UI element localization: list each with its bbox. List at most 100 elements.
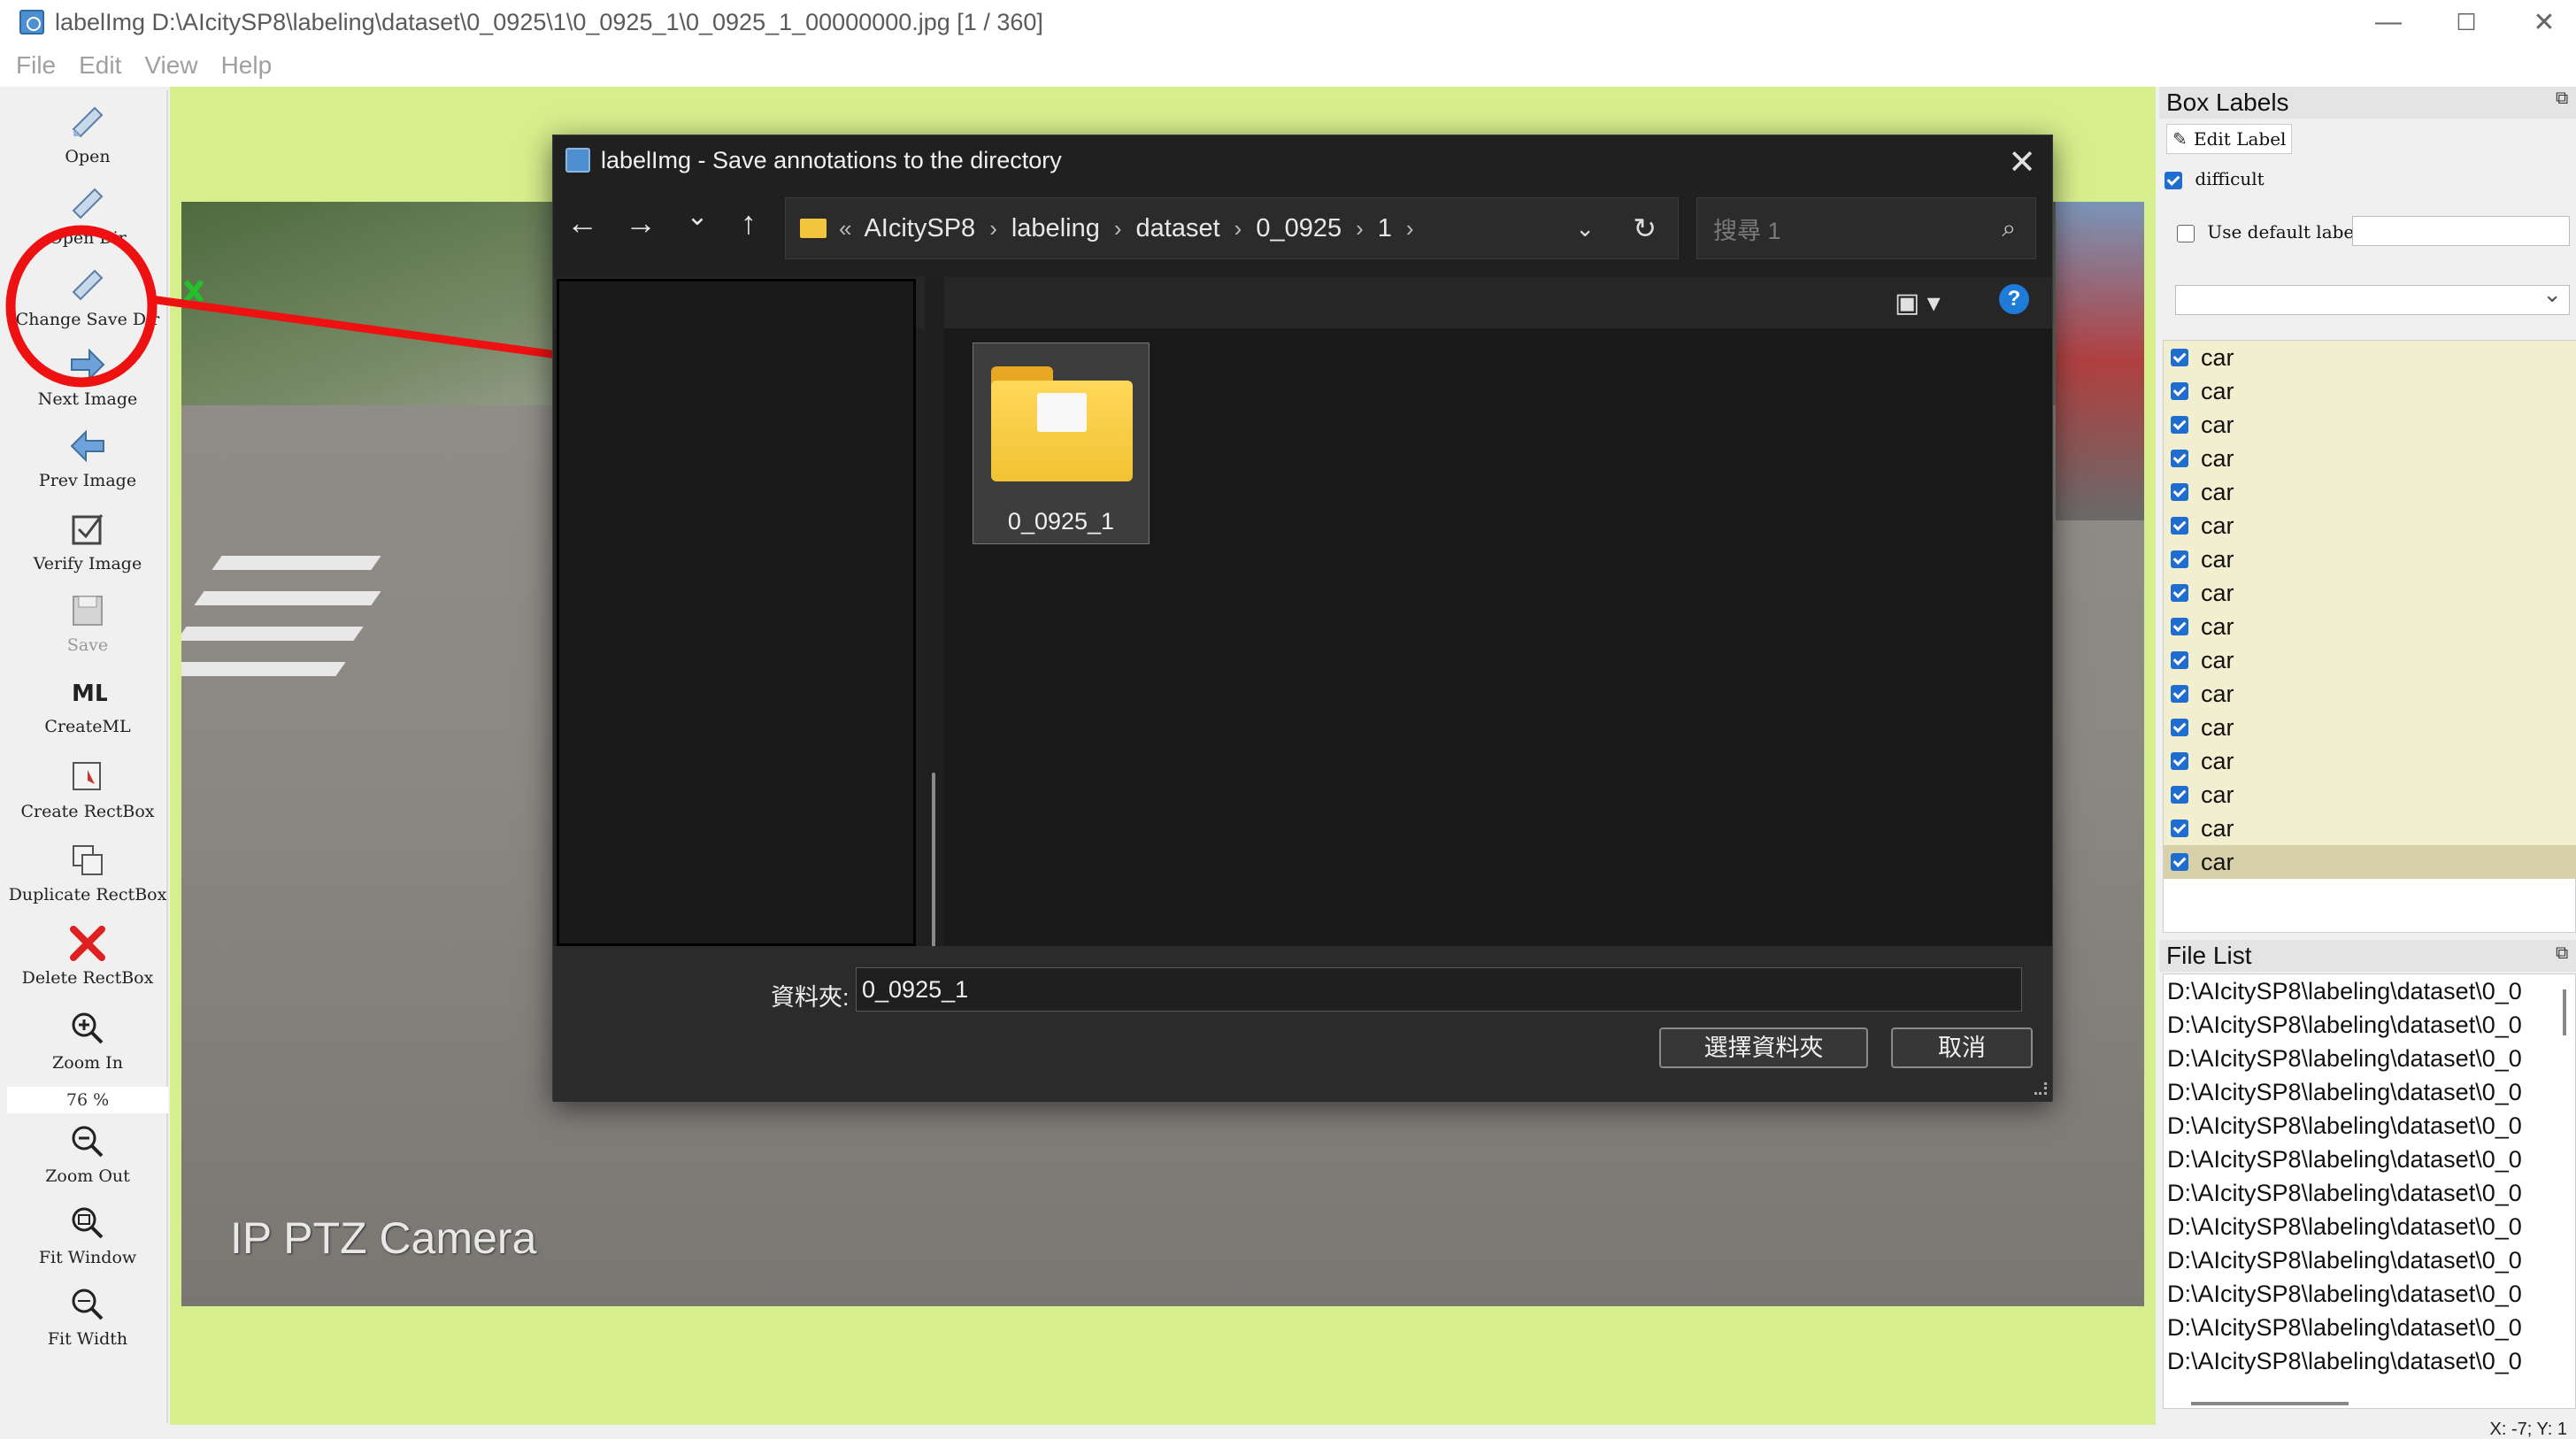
list-item[interactable]: car bbox=[2164, 509, 2576, 543]
minimize-button[interactable]: — bbox=[2350, 0, 2426, 44]
zoom-value-field[interactable]: 76 % bbox=[7, 1087, 168, 1113]
file-list-vertical-scrollbar[interactable] bbox=[2563, 989, 2566, 1035]
menu-file[interactable]: File bbox=[16, 51, 56, 80]
create-rectbox-button[interactable]: Create RectBox bbox=[7, 758, 168, 821]
folder-item-0-0925-1[interactable]: 0_0925_1 bbox=[973, 342, 1150, 544]
label-filter-combobox[interactable] bbox=[2175, 281, 2570, 315]
list-item[interactable]: car bbox=[2164, 711, 2576, 744]
label-visible-checkbox[interactable] bbox=[2171, 584, 2188, 602]
list-item[interactable]: car bbox=[2164, 744, 2576, 778]
list-item[interactable]: car bbox=[2164, 341, 2576, 374]
list-item[interactable]: D:\AIcitySP8\labeling\dataset\0_0 bbox=[2167, 1079, 2557, 1112]
recent-locations-chevron-icon[interactable]: ⌄ bbox=[675, 201, 719, 232]
resize-grip-icon[interactable] bbox=[2034, 1082, 2047, 1095]
label-visible-checkbox[interactable] bbox=[2171, 685, 2188, 703]
use-default-label-option[interactable]: Use default label bbox=[2177, 221, 2360, 242]
label-visible-checkbox[interactable] bbox=[2171, 450, 2188, 467]
up-arrow-icon[interactable]: ↑ bbox=[727, 204, 771, 242]
back-arrow-icon[interactable]: ← bbox=[560, 204, 604, 242]
zoom-out-button[interactable]: Zoom Out bbox=[7, 1122, 168, 1186]
list-item-selected[interactable]: car bbox=[2164, 845, 2576, 879]
list-item[interactable]: car bbox=[2164, 610, 2576, 643]
breadcrumb-overflow[interactable]: « bbox=[839, 215, 851, 242]
file-list[interactable]: D:\AIcitySP8\labeling\dataset\0_0 D:\AIc… bbox=[2163, 973, 2576, 1409]
forward-arrow-icon[interactable]: → bbox=[619, 204, 663, 242]
change-save-dir-button[interactable]: Change Save Dir bbox=[7, 265, 168, 329]
dialog-close-icon[interactable]: ✕ bbox=[2008, 142, 2036, 182]
refresh-icon[interactable]: ↻ bbox=[1633, 212, 1657, 245]
list-item[interactable]: D:\AIcitySP8\labeling\dataset\0_0 bbox=[2167, 1180, 2557, 1213]
cancel-button[interactable]: 取消 bbox=[1891, 1027, 2033, 1068]
list-item[interactable]: D:\AIcitySP8\labeling\dataset\0_0 bbox=[2167, 1112, 2557, 1146]
box-labels-list[interactable]: car car car car car car car car car car … bbox=[2163, 340, 2576, 933]
list-item[interactable]: D:\AIcitySP8\labeling\dataset\0_0 bbox=[2167, 1045, 2557, 1079]
list-item[interactable]: car bbox=[2164, 576, 2576, 610]
delete-rectbox-button[interactable]: Delete RectBox bbox=[7, 924, 168, 988]
fit-width-button[interactable]: Fit Width bbox=[7, 1285, 168, 1349]
edit-label-button[interactable]: Edit Label bbox=[2166, 124, 2292, 154]
list-item[interactable]: D:\AIcitySP8\labeling\dataset\0_0 bbox=[2167, 978, 2557, 1012]
menu-edit[interactable]: Edit bbox=[79, 51, 121, 80]
list-item[interactable]: D:\AIcitySP8\labeling\dataset\0_0 bbox=[2167, 1314, 2557, 1348]
label-visible-checkbox[interactable] bbox=[2171, 349, 2188, 366]
list-item[interactable]: car bbox=[2164, 643, 2576, 677]
search-input[interactable]: 搜尋 1 ⌕ bbox=[1696, 197, 2036, 259]
open-dir-button[interactable]: Open Dir bbox=[7, 184, 168, 248]
default-label-input[interactable] bbox=[2352, 216, 2570, 246]
list-item[interactable]: D:\AIcitySP8\labeling\dataset\0_0 bbox=[2167, 1213, 2557, 1247]
undock-icon[interactable]: ⧉ bbox=[2556, 88, 2568, 109]
list-item[interactable]: D:\AIcitySP8\labeling\dataset\0_0 bbox=[2167, 1281, 2557, 1314]
label-visible-checkbox[interactable] bbox=[2171, 382, 2188, 400]
breadcrumb-dataset[interactable]: dataset bbox=[1136, 214, 1220, 243]
createml-button[interactable]: ML CreateML bbox=[7, 673, 168, 736]
label-visible-checkbox[interactable] bbox=[2171, 550, 2188, 568]
list-item[interactable]: D:\AIcitySP8\labeling\dataset\0_0 bbox=[2167, 1146, 2557, 1180]
breadcrumb-aicitysp8[interactable]: AIcitySP8 bbox=[864, 214, 975, 243]
help-icon[interactable]: ? bbox=[1999, 284, 2029, 314]
label-visible-checkbox[interactable] bbox=[2171, 786, 2188, 804]
breadcrumb-0-0925[interactable]: 0_0925 bbox=[1256, 214, 1342, 243]
close-window-button[interactable]: ✕ bbox=[2506, 0, 2576, 44]
verify-image-button[interactable]: Verify Image bbox=[7, 510, 168, 573]
difficult-checkbox[interactable] bbox=[2165, 171, 2182, 189]
list-item[interactable]: car bbox=[2164, 778, 2576, 812]
label-visible-checkbox[interactable] bbox=[2171, 517, 2188, 535]
address-bar[interactable]: « AIcitySP8 › labeling › dataset › 0_092… bbox=[785, 197, 1679, 259]
list-item[interactable]: D:\AIcitySP8\labeling\dataset\0_0 bbox=[2167, 1247, 2557, 1281]
select-folder-button[interactable]: 選擇資料夾 bbox=[1659, 1027, 1868, 1068]
menu-view[interactable]: View bbox=[144, 51, 197, 80]
list-item[interactable]: car bbox=[2164, 543, 2576, 576]
label-visible-checkbox[interactable] bbox=[2171, 719, 2188, 736]
label-visible-checkbox[interactable] bbox=[2171, 853, 2188, 871]
difficult-option[interactable]: difficult bbox=[2165, 168, 2265, 189]
list-item[interactable]: car bbox=[2164, 677, 2576, 711]
label-visible-checkbox[interactable] bbox=[2171, 820, 2188, 837]
breadcrumb-1[interactable]: 1 bbox=[1378, 214, 1392, 243]
menu-help[interactable]: Help bbox=[221, 51, 273, 80]
list-item[interactable]: car bbox=[2164, 475, 2576, 509]
list-item[interactable]: D:\AIcitySP8\labeling\dataset\0_0 bbox=[2167, 1348, 2557, 1381]
undock-icon[interactable]: ⧉ bbox=[2556, 943, 2568, 964]
use-default-label-checkbox[interactable] bbox=[2177, 224, 2195, 242]
prev-image-button[interactable]: Prev Image bbox=[7, 427, 168, 490]
label-visible-checkbox[interactable] bbox=[2171, 416, 2188, 434]
label-visible-checkbox[interactable] bbox=[2171, 483, 2188, 501]
list-item[interactable]: car bbox=[2164, 374, 2576, 408]
address-dropdown-chevron-icon[interactable]: ⌄ bbox=[1575, 215, 1595, 242]
breadcrumb-labeling[interactable]: labeling bbox=[1011, 214, 1100, 243]
open-button[interactable]: Open bbox=[7, 103, 168, 166]
fit-window-button[interactable]: Fit Window bbox=[7, 1204, 168, 1267]
maximize-button[interactable]: ☐ bbox=[2428, 0, 2504, 44]
view-options-icon[interactable]: ▣ ▾ bbox=[1895, 288, 1941, 319]
label-visible-checkbox[interactable] bbox=[2171, 651, 2188, 669]
list-item[interactable]: car bbox=[2164, 812, 2576, 845]
file-list-horizontal-scrollbar[interactable] bbox=[2191, 1402, 2349, 1405]
label-visible-checkbox[interactable] bbox=[2171, 752, 2188, 770]
list-item[interactable]: D:\AIcitySP8\labeling\dataset\0_0 bbox=[2167, 1012, 2557, 1045]
navigation-pane[interactable] bbox=[557, 279, 916, 946]
save-button[interactable]: Save bbox=[7, 591, 168, 655]
zoom-in-button[interactable]: Zoom In bbox=[7, 1009, 168, 1073]
label-visible-checkbox[interactable] bbox=[2171, 618, 2188, 635]
list-item[interactable]: car bbox=[2164, 442, 2576, 475]
next-image-button[interactable]: Next Image bbox=[7, 345, 168, 409]
